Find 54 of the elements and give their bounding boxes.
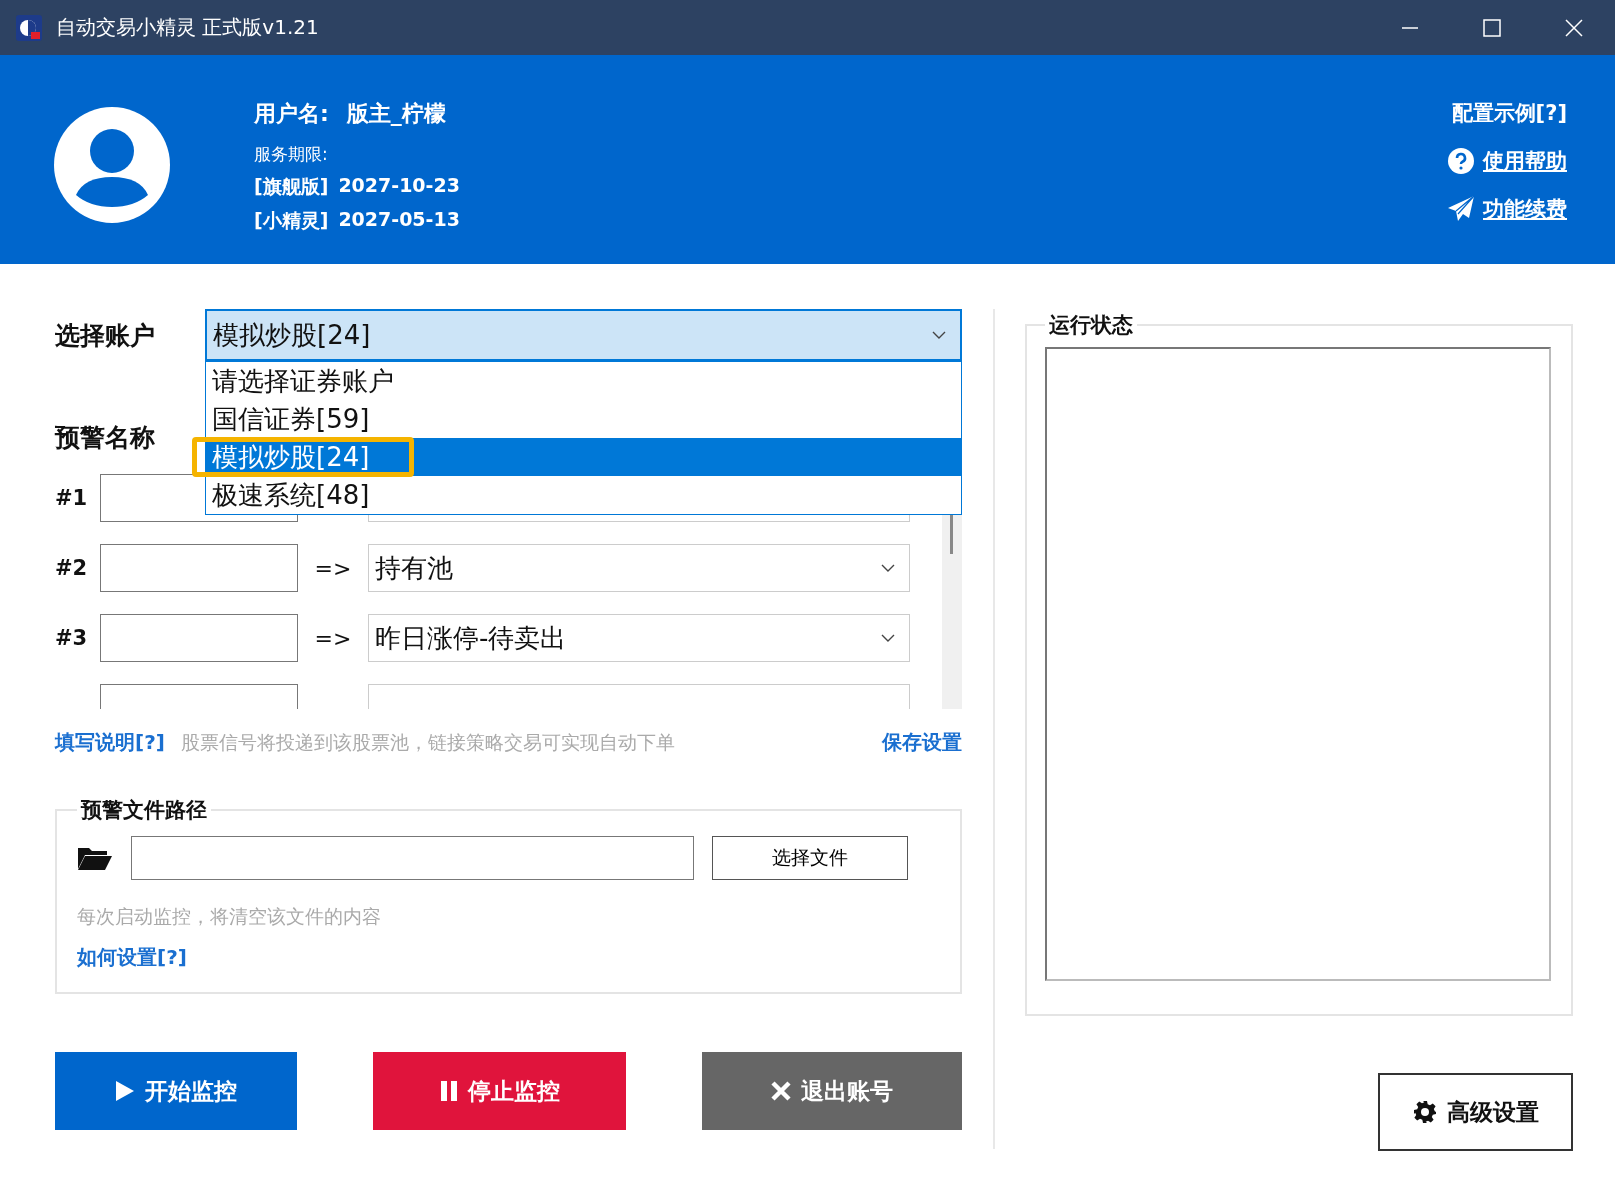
alert-name-label: 预警名称 [55,422,156,454]
arrow-text: => [313,555,353,581]
close-icon [771,1081,791,1101]
dropdown-option[interactable]: 请选择证券账户 [206,362,961,400]
expiry-date: 2027-10-23 [338,174,460,198]
maximize-icon[interactable] [1483,18,1501,37]
edition-label: [旗舰版] [254,174,329,199]
avatar-icon [54,107,170,223]
expiry-date: 2027-05-13 [338,208,460,232]
dropdown-option[interactable]: 国信证券[59] [206,400,961,438]
row-number: #2 [55,556,89,580]
chevron-icon [881,634,895,642]
folder-icon [77,845,113,871]
save-settings-link[interactable]: 保存设置 [882,729,962,756]
row-number: #1 [55,486,89,510]
how-to-link[interactable]: 如何设置[?] [77,944,187,971]
pool-select[interactable]: 昨日涨停-待卖出 [368,614,910,662]
header-link[interactable]: 使用帮助 [1483,147,1567,175]
alert-name-input[interactable] [100,614,298,662]
close-icon[interactable] [1565,18,1583,37]
paper-plane-icon [1447,195,1475,223]
username: 版主_柠檬 [346,100,446,128]
edition-label: [小精灵] [254,208,329,233]
dropdown-option[interactable]: 极速系统[48] [206,476,961,514]
chevron-icon [881,564,895,572]
file-path-input[interactable] [131,836,694,880]
advanced-settings-button[interactable]: 高级设置 [1378,1073,1573,1151]
logout-button[interactable]: 退出账号 [702,1052,962,1130]
help-icon [1447,147,1475,175]
account-label: 选择账户 [55,319,156,352]
header-link[interactable]: 配置示例[?] [1451,99,1567,127]
app-logo-icon [16,14,42,41]
account-dropdown[interactable]: 模拟炒股[24] [205,309,962,361]
settings-icon [1412,1100,1437,1124]
alert-name-input[interactable] [100,544,298,592]
start-button[interactable]: 开始监控 [55,1052,297,1130]
arrow-text: => [313,625,353,651]
username-label: 用户名: [254,100,329,128]
choose-file-button[interactable]: 选择文件 [712,836,908,880]
group-title: 运行状态 [1048,312,1134,339]
service-label: 服务期限: [254,143,329,166]
chevron-icon [932,331,946,339]
group-title: 预警文件路径 [79,797,208,824]
row-number: #3 [55,626,89,650]
pause-icon [439,1080,458,1102]
play-icon [115,1080,135,1102]
stop-button[interactable]: 停止监控 [373,1052,626,1130]
header-link[interactable]: 功能续费 [1483,195,1567,223]
window-title: 自动交易小精灵 正式版v1.21 [56,14,320,41]
hint-text: 股票信号将投递到该股票池，链接策略交易可实现自动下单 [180,729,675,755]
dropdown-option[interactable]: 模拟炒股[24] [206,438,961,476]
instructions-link[interactable]: 填写说明[?] [55,729,165,756]
file-note: 每次启动监控，将清空该文件的内容 [77,904,382,929]
pool-select[interactable]: 持有池 [368,544,910,592]
